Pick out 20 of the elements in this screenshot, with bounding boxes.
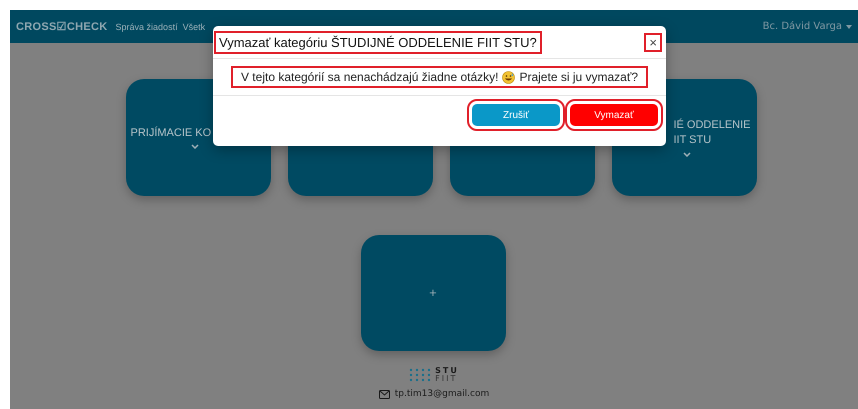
category-label: PRIJÍMACIE KO	[130, 126, 212, 140]
close-button[interactable]: ×	[646, 34, 660, 50]
chevron-down-icon[interactable]	[682, 152, 690, 157]
smiley-icon	[502, 70, 516, 84]
dots-logo-icon	[409, 368, 432, 382]
logo-text: STU	[435, 367, 459, 375]
nav-link[interactable]: Správa žiadostí	[116, 22, 178, 32]
add-category-card[interactable]: +	[360, 235, 506, 351]
email-link[interactable]: tp.tim13@gmail.com	[394, 389, 490, 399]
delete-button[interactable]: Vymazať	[570, 104, 658, 126]
envelope-icon	[378, 390, 390, 398]
app-logo[interactable]: CROSS☑CHECK	[16, 20, 108, 33]
dialog-title: Vymazať kategóriu ŠTUDIJNÉ ODDELENIE FIIT STU?	[216, 32, 540, 52]
chevron-down-icon[interactable]	[190, 144, 198, 150]
logo-text: FIIT	[435, 375, 458, 383]
nav-link[interactable]: Všetk	[182, 22, 206, 32]
category-label: IÉ ODDELENIE IIT STU	[673, 118, 750, 148]
user-menu[interactable]: Bc. Dávid Varga	[762, 21, 852, 32]
cancel-button[interactable]: Zrušiť	[472, 104, 560, 126]
caret-down-icon	[846, 24, 852, 28]
